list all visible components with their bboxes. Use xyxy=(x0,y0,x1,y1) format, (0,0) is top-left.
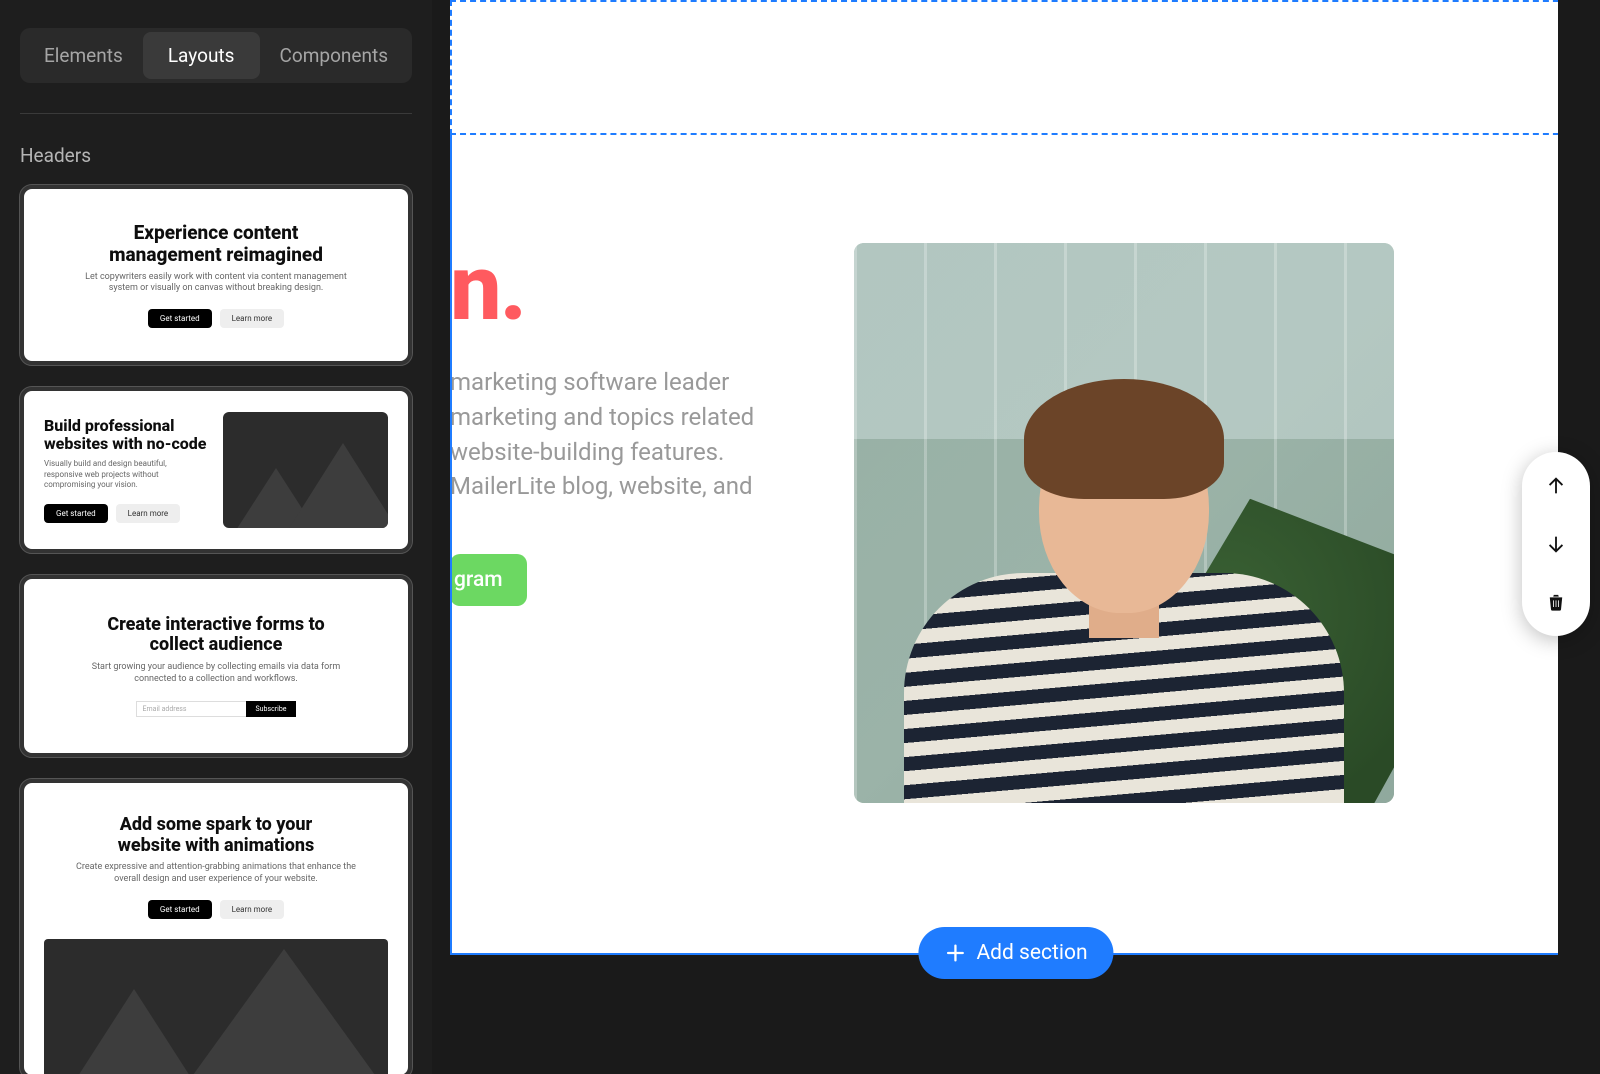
card-title: Build professional websites with no-code xyxy=(44,417,207,454)
sidebar-tabs: Elements Layouts Components xyxy=(20,28,412,83)
card-title: Add some spark to your website with anim… xyxy=(44,815,388,856)
hero-heading[interactable]: n. xyxy=(450,243,1600,335)
layout-card-header-form[interactable]: Create interactive forms to collect audi… xyxy=(20,575,412,757)
card-email-input: Email address xyxy=(136,701,246,717)
hero-desc-line: marketing software leader xyxy=(450,365,750,400)
card-form: Email address Subscribe xyxy=(44,701,388,717)
image-placeholder-icon xyxy=(44,939,388,1074)
card-desc: Visually build and design beautiful, res… xyxy=(44,459,207,490)
editor-canvas[interactable]: About Work Blog n. marketing software le… xyxy=(432,0,1600,1074)
hero-cta-button[interactable]: gram xyxy=(450,554,527,606)
delete-button[interactable] xyxy=(1544,590,1568,614)
divider xyxy=(20,113,412,114)
layouts-sidebar: Elements Layouts Components Headers Expe… xyxy=(0,0,432,1074)
card-title: Experience content management reimagined xyxy=(44,222,388,266)
card-subscribe-btn: Subscribe xyxy=(246,701,297,717)
add-section-label: Add section xyxy=(976,941,1087,965)
card-btn-primary: Get started xyxy=(148,900,212,919)
card-desc: Create expressive and attention-grabbing… xyxy=(44,862,388,885)
arrow-down-icon xyxy=(1545,533,1567,555)
card-title: Create interactive forms to collect audi… xyxy=(44,615,388,656)
card-btn-secondary: Learn more xyxy=(220,309,284,328)
move-down-button[interactable] xyxy=(1544,532,1568,556)
plus-icon xyxy=(944,942,966,964)
layout-card-header-centered[interactable]: Experience content management reimagined… xyxy=(20,185,412,365)
site-nav: About Work Blog xyxy=(450,0,1600,135)
tab-elements[interactable]: Elements xyxy=(24,32,143,79)
layout-card-header-image-right[interactable]: Build professional websites with no-code… xyxy=(20,387,412,553)
move-up-button[interactable] xyxy=(1544,474,1568,498)
trash-icon xyxy=(1546,591,1566,613)
card-buttons: Get started Learn more xyxy=(44,309,388,328)
card-btn-secondary: Learn more xyxy=(116,504,180,523)
card-btn-primary: Get started xyxy=(148,309,212,328)
card-desc: Let copywriters easily work with content… xyxy=(44,272,388,295)
layout-card-header-animation[interactable]: Add some spark to your website with anim… xyxy=(20,779,412,1074)
tab-components[interactable]: Components xyxy=(260,32,408,79)
image-placeholder-icon xyxy=(223,412,388,528)
hero-desc-line: MailerLite blog, website, and xyxy=(450,469,750,504)
hero-description[interactable]: marketing software leader marketing and … xyxy=(450,365,750,504)
section-label-headers: Headers xyxy=(20,144,412,167)
section-controls xyxy=(1522,452,1590,636)
card-desc: Start growing your audience by collectin… xyxy=(44,662,388,685)
hero-desc-line: website-building features. xyxy=(450,435,750,470)
page-frame[interactable]: About Work Blog n. marketing software le… xyxy=(450,0,1600,955)
card-btn-secondary: Learn more xyxy=(220,900,284,919)
arrow-up-icon xyxy=(1545,475,1567,497)
hero-section[interactable]: n. marketing software leader marketing a… xyxy=(450,135,1600,955)
card-buttons: Get started Learn more xyxy=(44,504,207,523)
tab-layouts[interactable]: Layouts xyxy=(143,32,260,79)
card-buttons: Get started Learn more xyxy=(44,900,388,919)
card-btn-primary: Get started xyxy=(44,504,108,523)
add-section-button[interactable]: Add section xyxy=(918,927,1113,979)
hero-desc-line: marketing and topics related xyxy=(450,400,750,435)
